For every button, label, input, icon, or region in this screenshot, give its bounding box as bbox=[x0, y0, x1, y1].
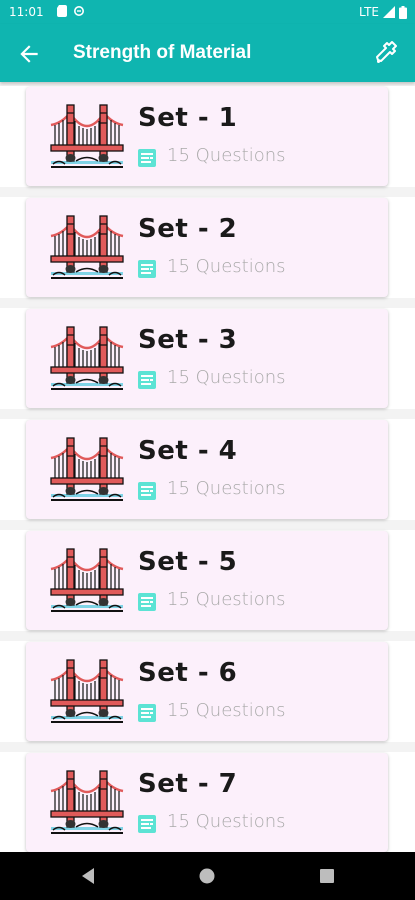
question-count: 15 Questions bbox=[167, 589, 286, 610]
question-count: 15 Questions bbox=[167, 700, 286, 721]
bridge-icon bbox=[50, 659, 124, 723]
set-card-5[interactable]: Set - 5 15 Questions bbox=[26, 531, 388, 630]
set-title: Set - 7 bbox=[138, 769, 238, 799]
set-card-7[interactable]: Set - 7 15 Questions bbox=[26, 753, 388, 852]
bridge-icon bbox=[50, 437, 124, 501]
back-arrow-icon[interactable] bbox=[16, 41, 42, 67]
nav-home-icon[interactable] bbox=[197, 866, 217, 886]
battery-icon bbox=[399, 5, 407, 19]
question-count: 15 Questions bbox=[167, 256, 286, 277]
question-list-icon bbox=[138, 149, 156, 167]
status-bar: 11:01 LTE bbox=[0, 0, 415, 24]
question-count: 15 Questions bbox=[167, 145, 286, 166]
signal-icon bbox=[383, 6, 395, 18]
set-card-4[interactable]: Set - 4 15 Questions bbox=[26, 420, 388, 519]
nav-back-icon[interactable] bbox=[78, 866, 98, 886]
question-list-icon bbox=[138, 704, 156, 722]
nav-recents-icon[interactable] bbox=[317, 866, 337, 886]
status-time: 11:01 bbox=[9, 5, 44, 19]
wrench-icon[interactable] bbox=[373, 39, 401, 67]
set-card-3[interactable]: Set - 3 15 Questions bbox=[26, 309, 388, 408]
bridge-icon bbox=[50, 104, 124, 168]
set-card-2[interactable]: Set - 2 15 Questions bbox=[26, 198, 388, 297]
bridge-icon bbox=[50, 215, 124, 279]
question-count: 15 Questions bbox=[167, 811, 286, 832]
bridge-icon bbox=[50, 548, 124, 612]
data-saver-icon bbox=[74, 6, 84, 16]
set-title: Set - 6 bbox=[138, 658, 238, 688]
question-list-icon bbox=[138, 371, 156, 389]
bridge-icon bbox=[50, 770, 124, 834]
set-list[interactable]: Set - 1 15 Questions Set - 2 15 Question… bbox=[0, 82, 415, 852]
set-title: Set - 4 bbox=[138, 436, 238, 466]
question-count: 15 Questions bbox=[167, 367, 286, 388]
question-list-icon bbox=[138, 260, 156, 278]
question-count: 15 Questions bbox=[167, 478, 286, 499]
sim-card-icon bbox=[57, 5, 67, 17]
question-list-icon bbox=[138, 482, 156, 500]
network-type: LTE bbox=[359, 5, 379, 19]
question-list-icon bbox=[138, 815, 156, 833]
set-title: Set - 5 bbox=[138, 547, 238, 577]
set-title: Set - 2 bbox=[138, 214, 238, 244]
set-card-6[interactable]: Set - 6 15 Questions bbox=[26, 642, 388, 741]
question-list-icon bbox=[138, 593, 156, 611]
app-bar: Strength of Material bbox=[0, 24, 415, 82]
set-title: Set - 3 bbox=[138, 325, 238, 355]
page-title: Strength of Material bbox=[73, 42, 252, 63]
bridge-icon bbox=[50, 326, 124, 390]
set-title: Set - 1 bbox=[138, 103, 238, 133]
set-card-1[interactable]: Set - 1 15 Questions bbox=[26, 87, 388, 186]
system-nav-bar bbox=[0, 852, 415, 900]
